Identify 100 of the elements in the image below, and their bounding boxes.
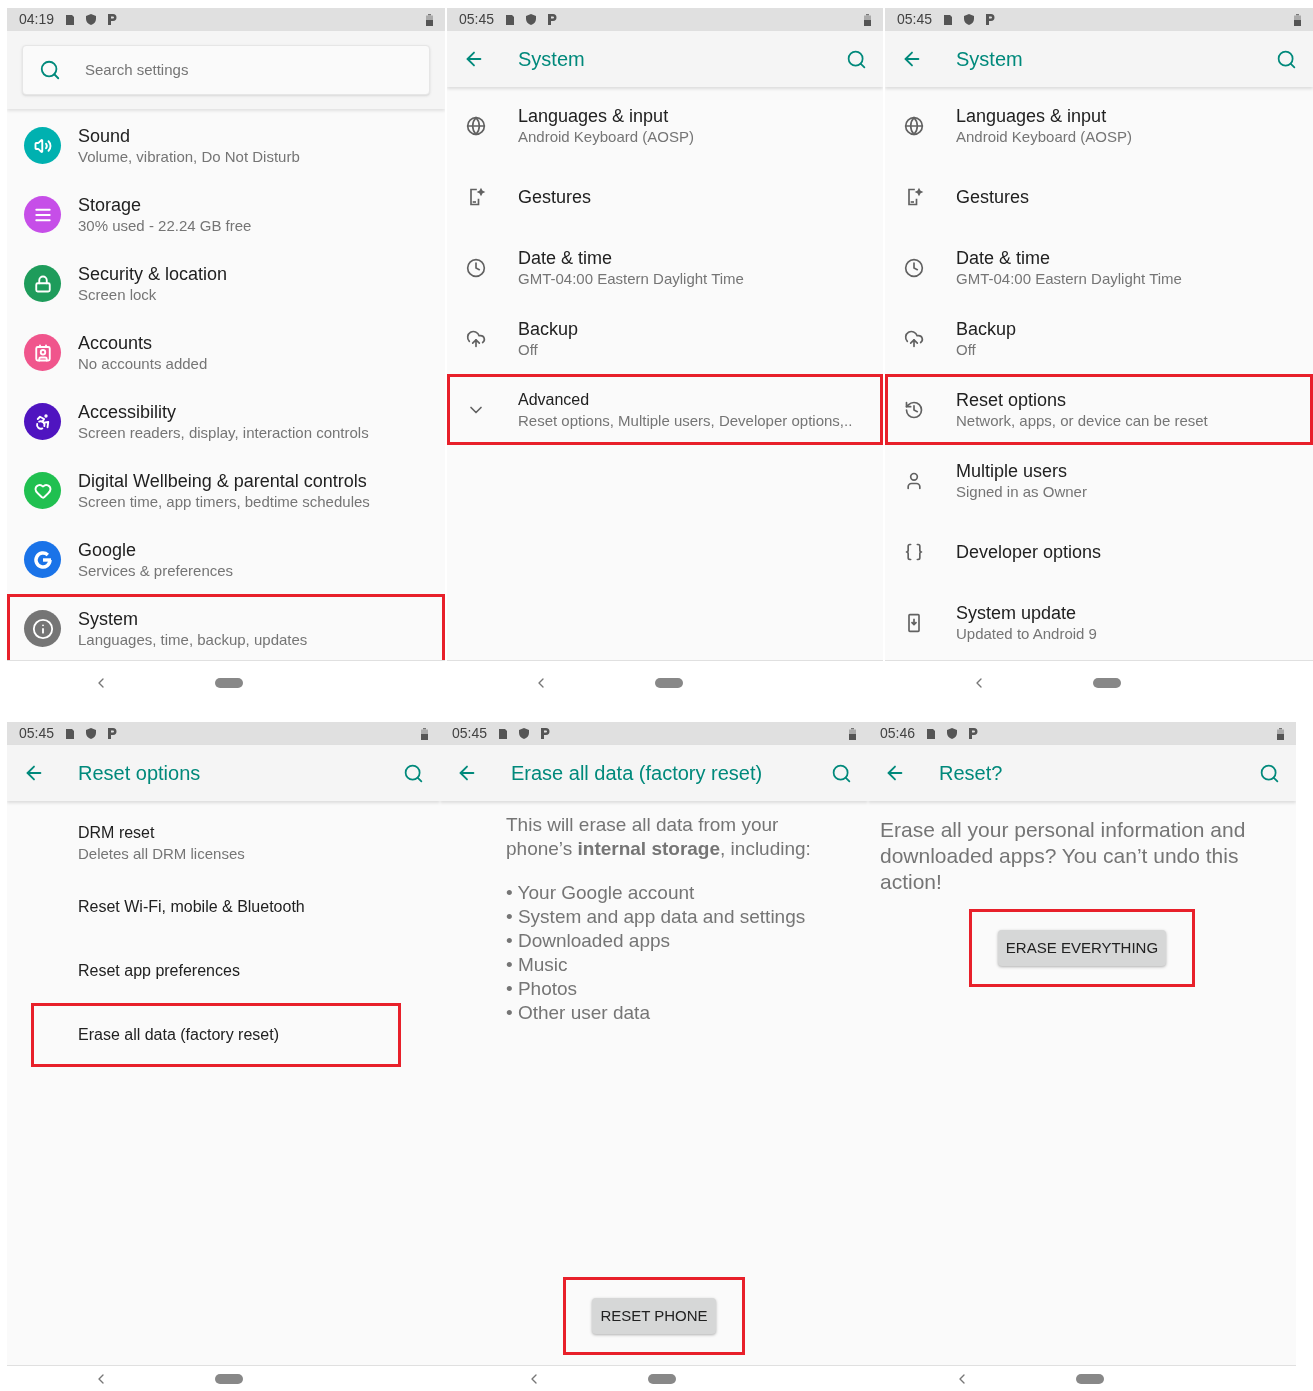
shield-icon xyxy=(86,728,97,739)
sim-card-icon xyxy=(66,14,75,25)
settings-item[interactable]: Multiple users Signed in as Owner xyxy=(885,445,1313,516)
settings-item[interactable]: Reset Wi-Fi, mobile & Bluetooth xyxy=(31,875,401,939)
search-icon[interactable] xyxy=(846,48,867,70)
settings-item[interactable]: Gestures xyxy=(885,161,1313,232)
list-item-text: • System and app data and settings xyxy=(506,905,807,929)
status-time: 05:46 xyxy=(880,724,916,743)
notification-icon xyxy=(969,728,979,739)
item-title: System xyxy=(78,607,139,630)
shield-icon xyxy=(519,728,530,739)
item-title: Backup xyxy=(518,317,579,340)
status-time: 05:45 xyxy=(459,10,495,29)
sim-card-icon xyxy=(944,14,953,25)
globe-icon xyxy=(904,115,924,136)
home-pill-icon[interactable] xyxy=(1076,1373,1104,1384)
item-subtitle: Screen time, app timers, bedtime schedules xyxy=(78,491,370,512)
settings-item[interactable]: Date & time GMT-04:00 Eastern Daylight Time xyxy=(885,232,1313,303)
cloud-icon xyxy=(904,328,924,349)
home-pill-icon[interactable] xyxy=(648,1373,676,1384)
settings-item[interactable]: Date & time GMT-04:00 Eastern Daylight Time xyxy=(447,232,883,303)
settings-item[interactable]: Erase all data (factory reset) xyxy=(31,1003,401,1067)
settings-item[interactable]: Developer options xyxy=(885,516,1313,587)
screen-title: System xyxy=(956,47,1024,72)
settings-item[interactable]: Languages & input Android Keyboard (AOSP) xyxy=(885,90,1313,161)
status-time: 05:45 xyxy=(19,724,55,743)
settings-item[interactable]: Reset app preferences xyxy=(31,939,401,1003)
shield-icon xyxy=(947,728,958,739)
notification-icon xyxy=(541,728,551,739)
history-icon xyxy=(904,399,924,420)
item-title: Multiple users xyxy=(956,459,1069,482)
clock-icon xyxy=(466,257,486,278)
settings-item[interactable]: Google Services & preferences xyxy=(7,525,445,594)
item-subtitle: Android Keyboard (AOSP) xyxy=(518,126,694,147)
item-title: Backup xyxy=(956,317,1017,340)
item-subtitle: GMT-04:00 Eastern Daylight Time xyxy=(518,268,744,289)
action-button[interactable]: RESET PHONE xyxy=(592,1298,716,1334)
search-icon[interactable] xyxy=(403,762,424,784)
search-icon[interactable] xyxy=(831,762,852,784)
warning-text: Erase all your personal information and downloaded apps? You can’t undo this action! xyxy=(880,817,1247,895)
item-title: Reset options xyxy=(956,388,1068,411)
search-field[interactable]: Search settings xyxy=(22,45,430,95)
screen-title: Reset? xyxy=(939,761,1004,786)
item-title: Languages & input xyxy=(956,104,1108,127)
notification-icon xyxy=(108,728,118,739)
search-icon[interactable] xyxy=(1259,762,1280,784)
settings-item[interactable]: Storage 30% used - 22.24 GB free xyxy=(7,180,445,249)
item-title: Languages & input xyxy=(518,104,670,127)
item-subtitle: 30% used - 22.24 GB free xyxy=(78,215,252,236)
settings-item[interactable]: Backup Off xyxy=(885,303,1313,374)
settings-item[interactable]: Sound Volume, vibration, Do Not Disturb xyxy=(7,111,445,180)
item-subtitle: Off xyxy=(518,339,539,360)
settings-item[interactable]: Advanced Reset options, Multiple users, Developer options,.. xyxy=(447,374,883,445)
search-icon[interactable] xyxy=(1276,48,1297,70)
status-time: 04:19 xyxy=(19,10,55,29)
settings-item[interactable]: Accessibility Screen readers, display, interaction controls xyxy=(7,387,445,456)
settings-item[interactable]: Digital Wellbeing & parental controls Screen time, app timers, bedtime schedules xyxy=(7,456,445,525)
home-pill-icon[interactable] xyxy=(655,678,683,688)
item-subtitle: Updated to Android 9 xyxy=(956,623,1097,644)
sim-card-icon xyxy=(66,728,75,739)
item-subtitle: Languages, time, backup, updates xyxy=(78,629,308,650)
item-subtitle: GMT-04:00 Eastern Daylight Time xyxy=(956,268,1182,289)
item-subtitle: Signed in as Owner xyxy=(956,481,1087,502)
settings-item[interactable]: Reset options Network, apps, or device can be reset xyxy=(885,374,1313,445)
notification-icon xyxy=(108,14,118,25)
action-button[interactable]: ERASE EVERYTHING xyxy=(997,930,1167,966)
item-title: Erase all data (factory reset) xyxy=(78,1025,279,1045)
item-title: Reset Wi-Fi, mobile & Bluetooth xyxy=(78,897,305,917)
person-icon xyxy=(904,470,924,491)
item-title: Sound xyxy=(78,124,132,147)
item-subtitle: Screen lock xyxy=(78,284,158,305)
item-subtitle: Services & preferences xyxy=(78,560,234,581)
sim-card-icon xyxy=(506,14,515,25)
item-title: Date & time xyxy=(518,246,614,269)
home-pill-icon[interactable] xyxy=(1093,678,1121,688)
home-pill-icon[interactable] xyxy=(215,678,243,688)
settings-item[interactable]: Backup Off xyxy=(447,303,883,374)
settings-item[interactable]: Gestures xyxy=(447,161,883,232)
screen-title: Reset options xyxy=(78,761,202,786)
home-pill-icon[interactable] xyxy=(215,1373,243,1384)
settings-item[interactable]: Accounts No accounts added xyxy=(7,318,445,387)
item-title: Digital Wellbeing & parental controls xyxy=(78,469,368,492)
settings-item[interactable]: Security & location Screen lock xyxy=(7,249,445,318)
status-time: 05:45 xyxy=(897,10,933,29)
item-title: Accounts xyxy=(78,331,154,354)
settings-item[interactable]: System update Updated to Android 9 xyxy=(885,587,1313,658)
braces-icon xyxy=(904,541,924,562)
search-placeholder: Search settings xyxy=(85,59,189,80)
list-item-text: • Photos xyxy=(506,977,579,1001)
screen-title: System xyxy=(518,47,586,72)
item-title: Advanced xyxy=(518,389,591,410)
settings-item[interactable]: Languages & input Android Keyboard (AOSP) xyxy=(447,90,883,161)
notification-icon xyxy=(548,14,558,25)
item-subtitle: Reset options, Multiple users, Developer options,.. xyxy=(518,410,853,431)
item-title: DRM reset xyxy=(78,823,156,843)
settings-item[interactable]: DRM reset Deletes all DRM licenses xyxy=(31,811,401,875)
clock-icon xyxy=(904,257,924,278)
item-subtitle: No accounts added xyxy=(78,353,208,374)
battery-icon xyxy=(1277,727,1284,740)
item-title: Accessibility xyxy=(78,400,178,423)
